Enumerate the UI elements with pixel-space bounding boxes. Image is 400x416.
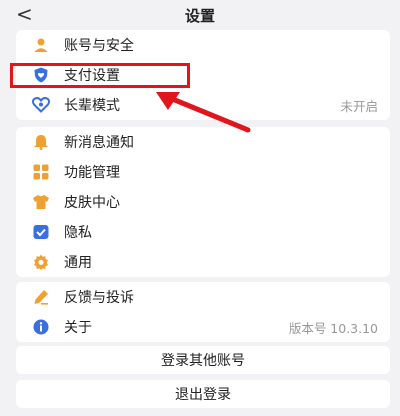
row-privacy[interactable]: 隐私 (16, 217, 390, 247)
logout-button[interactable]: 退出登录 (16, 380, 390, 408)
row-account-security[interactable]: 账号与安全 (16, 30, 390, 60)
row-label: 通用 (64, 255, 92, 271)
heart-link-icon (32, 96, 50, 114)
settings-group-about: 反馈与投诉 关于 版本号 10.3.10 (16, 282, 390, 342)
shield-check-icon (32, 223, 50, 241)
row-feedback[interactable]: 反馈与投诉 (16, 282, 390, 312)
elder-mode-status: 未开启 (340, 98, 378, 114)
info-icon (32, 318, 50, 336)
login-other-account-button[interactable]: 登录其他账号 (16, 346, 390, 374)
person-icon (32, 36, 50, 54)
row-skin-center[interactable]: 皮肤中心 (16, 187, 390, 217)
shirt-icon (32, 193, 50, 211)
page-title: 设置 (184, 7, 215, 25)
row-label: 账号与安全 (64, 38, 134, 54)
row-label: 反馈与投诉 (64, 290, 134, 306)
row-label: 隐私 (64, 225, 92, 241)
version-number: 版本号 10.3.10 (288, 320, 378, 336)
gear-icon (32, 253, 50, 271)
row-about[interactable]: 关于 版本号 10.3.10 (16, 312, 390, 342)
row-general[interactable]: 通用 (16, 247, 390, 277)
row-label: 关于 (64, 320, 92, 336)
header-bar: < 设置 (0, 0, 400, 30)
highlight-box (10, 63, 190, 88)
red-arrow-icon (156, 92, 251, 133)
row-feature-management[interactable]: 功能管理 (16, 157, 390, 187)
grid-icon (32, 163, 50, 181)
bell-icon (32, 133, 50, 151)
row-label: 皮肤中心 (64, 195, 120, 211)
settings-group-general: 新消息通知 功能管理 皮肤中心 隐私 通用 (16, 127, 390, 277)
pen-icon (32, 288, 50, 306)
row-label: 功能管理 (64, 165, 120, 181)
